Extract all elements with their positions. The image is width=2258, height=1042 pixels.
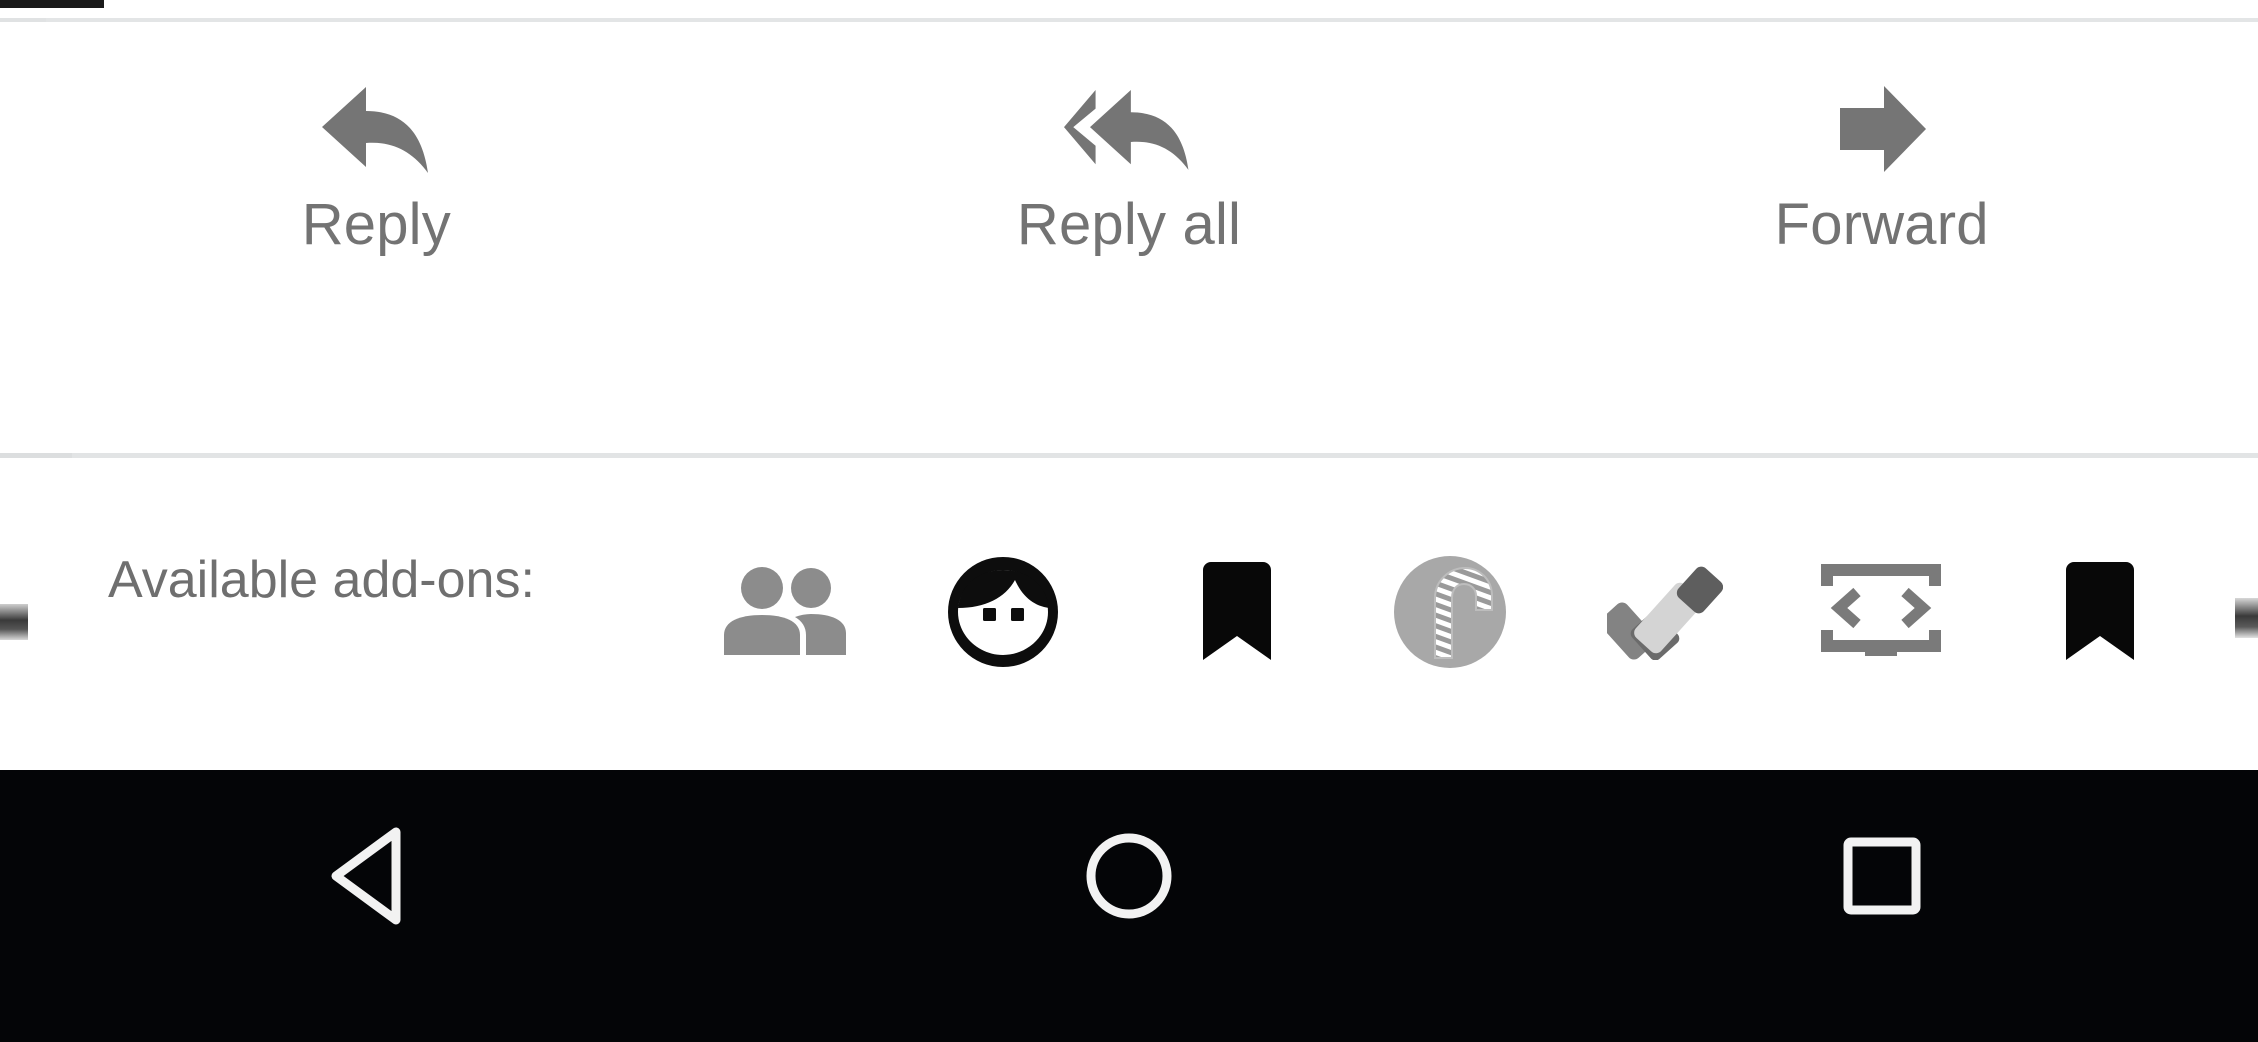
people-group-icon[interactable] [720,558,850,666]
available-addons-row: Available add-ons: [0,458,2258,770]
addon-overflow-left-edge[interactable] [0,604,28,640]
message-action-bar: Reply Reply all Forward [0,22,2258,453]
back-triangle-icon [322,822,430,930]
code-brackets-screen-icon[interactable] [1816,558,1946,666]
available-addons-label: Available add-ons: [108,551,535,609]
forward-label: Forward [1774,192,1989,257]
scrollbar-thumb-top[interactable] [0,0,104,8]
reply-button[interactable]: Reply [0,22,753,254]
reply-all-button[interactable]: Reply all [753,22,1506,254]
addon-overflow-right-edge[interactable] [2235,598,2258,638]
bookmark-icon[interactable] [1172,558,1302,666]
forward-arrow-icon [1817,74,1947,184]
reply-all-label: Reply all [1016,192,1242,257]
nav-recents-button[interactable] [1505,770,2258,930]
reply-label: Reply [301,192,451,257]
reply-all-arrow-icon [1064,74,1194,184]
face-avatar-icon[interactable] [938,557,1068,667]
reply-arrow-icon [311,74,441,184]
candy-cane-circle-icon[interactable] [1385,556,1515,668]
android-navigation-bar [0,770,2258,1042]
nav-home-button[interactable] [753,770,1506,930]
home-circle-icon [1075,822,1183,930]
recents-square-icon [1828,822,1936,930]
forward-button[interactable]: Forward [1505,22,2258,254]
checkmark-tasks-icon[interactable] [1600,558,1730,666]
nav-back-button[interactable] [0,770,753,930]
bookmark-icon[interactable] [2035,558,2165,666]
